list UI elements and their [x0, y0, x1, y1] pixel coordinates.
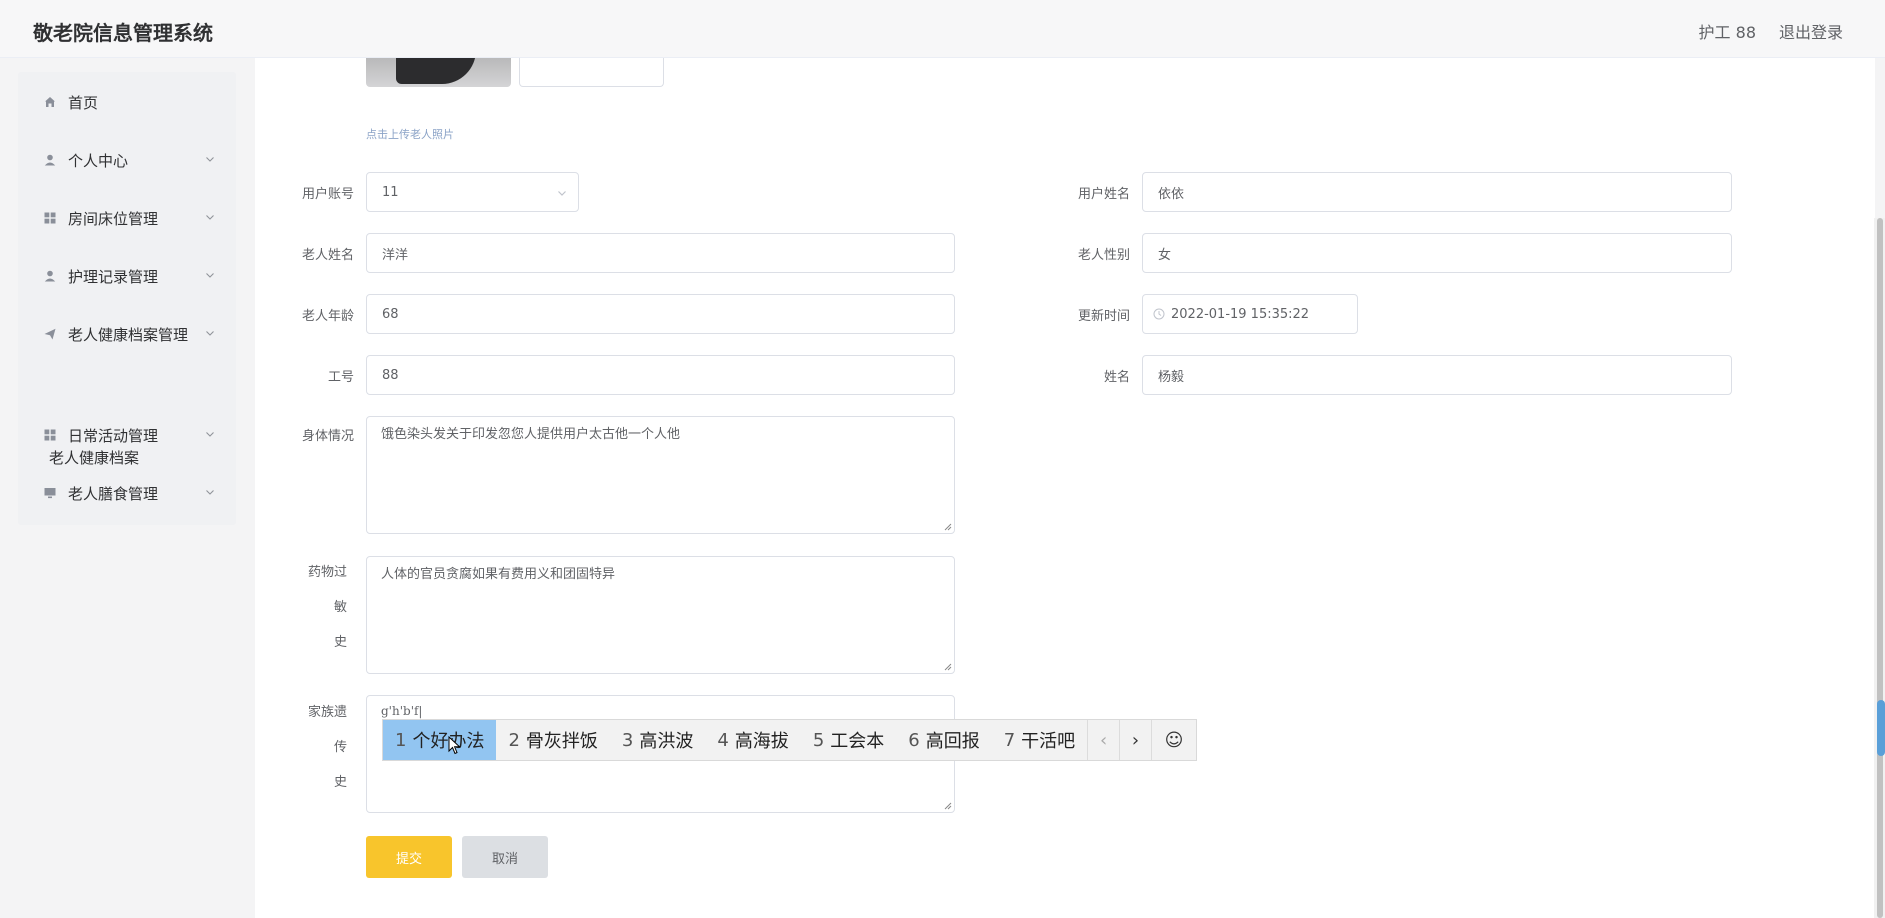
elder-name-label: 老人姓名 [301, 248, 354, 263]
submit-button[interactable]: 提交 [366, 836, 452, 878]
chevron-down-icon [558, 191, 566, 196]
update-time-picker[interactable]: 2022-01-19 15:35:22 [1142, 294, 1358, 334]
sidebar-item-care-records[interactable]: 护理记录管理 [18, 256, 236, 296]
sidebar-item-home[interactable]: 首页 [18, 82, 236, 122]
chevron-down-icon [206, 215, 214, 220]
sidebar: 首页 个人中心 房间床位管理 护理记录管理 老人健康档案管理 老人健康档案 日常… [18, 72, 236, 525]
name-label: 姓名 [1103, 370, 1130, 385]
staff-no-value: 88 [382, 367, 399, 383]
upload-hint: 点击上传老人照片 [366, 128, 454, 141]
ime-candidate[interactable]: 1 个好办法 [383, 720, 497, 760]
allergy-textarea[interactable]: 人体的官员贪腐如果有费用义和团固特异 [366, 556, 955, 674]
sidebar-item-label: 个人中心 [68, 152, 129, 170]
elder-gender-label: 老人性别 [1077, 248, 1130, 263]
resize-grip-icon [944, 802, 952, 810]
ime-candidate[interactable]: 4 高海拔 [705, 720, 800, 760]
account-value: 11 [382, 184, 399, 200]
sidebar-item-label: 首页 [68, 94, 99, 112]
home-icon [45, 97, 55, 107]
monitor-icon [44, 488, 56, 499]
health-label: 身体情况 [301, 429, 354, 444]
elder-name-value: 洋洋 [382, 247, 409, 263]
cancel-button[interactable]: 取消 [462, 836, 548, 878]
scrollbar-thumb[interactable] [1877, 218, 1883, 918]
resize-grip-icon [944, 523, 952, 531]
app-title: 敬老院信息管理系统 [33, 21, 213, 45]
top-bar: 敬老院信息管理系统 护工 88 退出登录 [0, 0, 1885, 58]
ime-candidate-bar: 1 个好办法 2 骨灰拌饭 3 高洪波 4 高海拔 5 工会本 6 高回报 7 干活吧 ‹ ›… [382, 719, 1197, 761]
mouse-cursor-icon [448, 736, 461, 755]
sidebar-item-rooms[interactable]: 房间床位管理 [18, 198, 236, 238]
username-input[interactable]: 依依 [1142, 172, 1732, 212]
username-label: 用户姓名 [1077, 187, 1130, 202]
elder-photo[interactable] [366, 58, 511, 87]
staff-no-label: 工号 [327, 370, 354, 385]
grid-icon [44, 212, 56, 224]
ime-candidate[interactable]: 6 高回报 [896, 720, 991, 760]
account-label: 用户账号 [301, 187, 354, 202]
sidebar-item-activities[interactable]: 日常活动管理 [18, 415, 236, 455]
clock-icon [1153, 308, 1165, 320]
ime-candidate[interactable]: 7 干活吧 [992, 720, 1087, 760]
chevron-down-icon [206, 273, 214, 278]
allergy-value: 人体的官员贪腐如果有费用义和团固特异 [381, 567, 616, 582]
current-user: 护工 88 [1698, 23, 1756, 42]
photo-content [396, 58, 476, 84]
elder-age-input[interactable]: 68 [366, 294, 955, 334]
chevron-down-icon [206, 490, 214, 495]
scrollbar-position-handle[interactable] [1877, 700, 1885, 756]
photo-upload-box[interactable] [519, 58, 664, 87]
allergy-label: 药物过敏 史 [307, 565, 347, 650]
chevron-down-icon [206, 157, 214, 162]
ime-next-page-icon[interactable]: › [1119, 720, 1151, 760]
staff-no-input[interactable]: 88 [366, 355, 955, 395]
sidebar-item-label: 老人膳食管理 [68, 485, 159, 503]
logout-link[interactable]: 退出登录 [1779, 19, 1843, 43]
sidebar-item-label: 护理记录管理 [68, 268, 159, 286]
name-value: 杨毅 [1158, 369, 1185, 385]
ime-candidate[interactable]: 5 工会本 [801, 720, 896, 760]
user-icon [44, 270, 56, 282]
elder-age-value: 68 [382, 306, 399, 322]
elder-gender-input[interactable]: 女 [1142, 233, 1732, 273]
chevron-down-icon [206, 432, 214, 437]
ime-candidate[interactable]: 2 骨灰拌饭 [496, 720, 609, 760]
update-time-label: 更新时间 [1077, 309, 1130, 324]
health-value: 饿色染头发关于印发忽您人提供用户太古他一个人他 [381, 427, 681, 442]
family-history-label: 家族遗传 史 [307, 705, 347, 790]
sidebar-item-label: 老人健康档案管理 [68, 326, 189, 344]
elder-age-label: 老人年龄 [301, 309, 354, 324]
account-select[interactable]: 11 [366, 172, 579, 212]
sidebar-item-meals[interactable]: 老人膳食管理 [18, 473, 236, 513]
elder-gender-value: 女 [1158, 247, 1172, 263]
username-value: 依依 [1158, 186, 1185, 202]
user-icon [44, 154, 56, 166]
name-input[interactable]: 杨毅 [1142, 355, 1732, 395]
health-textarea[interactable]: 饿色染头发关于印发忽您人提供用户太古他一个人他 [366, 416, 955, 534]
update-time-value: 2022-01-19 15:35:22 [1171, 306, 1310, 322]
elder-name-input[interactable]: 洋洋 [366, 233, 955, 273]
sidebar-item-label: 日常活动管理 [68, 427, 159, 445]
send-icon [44, 328, 56, 340]
sidebar-item-label: 房间床位管理 [68, 210, 159, 228]
ime-emoji-icon[interactable]: ☺ [1150, 720, 1196, 760]
ime-prev-page-icon[interactable]: ‹ [1087, 720, 1119, 760]
grid-icon [44, 429, 56, 441]
family-history-value: g'h'b'f| [381, 704, 423, 718]
sidebar-item-health-records[interactable]: 老人健康档案管理 [18, 314, 236, 354]
resize-grip-icon [944, 663, 952, 671]
sidebar-item-profile[interactable]: 个人中心 [18, 140, 236, 180]
ime-candidate[interactable]: 3 高洪波 [610, 720, 705, 760]
chevron-down-icon [206, 331, 214, 336]
